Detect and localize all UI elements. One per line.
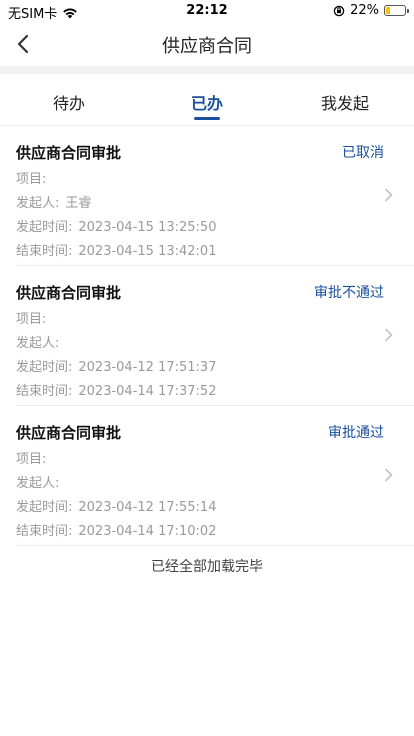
- status-badge: 审批不通过: [314, 285, 384, 301]
- start-time-value: 2023-04-15 13:25:50: [78, 220, 217, 235]
- project-label: 项目:: [16, 172, 47, 187]
- tab-label: 已办: [190, 94, 223, 113]
- active-tab-indicator: [194, 117, 220, 120]
- list-bottom-divider: [16, 545, 414, 546]
- end-time-value: 2023-04-15 13:42:01: [78, 244, 217, 259]
- battery-icon: [384, 5, 409, 16]
- project-label: 项目:: [16, 452, 47, 467]
- end-time-value: 2023-04-14 17:37:52: [78, 384, 217, 399]
- item-title: 供应商合同审批: [16, 284, 122, 302]
- project-row: 项目:: [16, 308, 52, 327]
- chevron-right-icon: [385, 468, 393, 482]
- end-of-list-text: 已经全部加载完毕: [151, 559, 263, 575]
- header-separator: [0, 66, 414, 74]
- orientation-lock-icon: [333, 5, 345, 16]
- battery-percent: 22%: [350, 3, 379, 18]
- page-title: 供应商合同: [162, 36, 252, 57]
- status-right: 22%: [333, 3, 409, 18]
- project-row: 项目:: [16, 448, 52, 467]
- status-bar: 无SIM卡 22:12 22%: [0, 0, 414, 22]
- project-label: 项目:: [16, 312, 47, 327]
- start-time-value: 2023-04-12 17:55:14: [78, 500, 217, 515]
- end-time-label: 结束时间:: [16, 244, 73, 259]
- initiator-label: 发起人:: [16, 196, 60, 211]
- start-time-label: 发起时间:: [16, 360, 73, 375]
- initiator-value: 王睿: [65, 196, 92, 211]
- start-time-value: 2023-04-12 17:51:37: [78, 360, 217, 375]
- status-badge: 审批通过: [328, 425, 384, 441]
- list-item[interactable]: 供应商合同审批 审批通过 项目: 发起人: 发起时间: 2023-04-12 17…: [16, 405, 414, 545]
- initiator-label: 发起人:: [16, 476, 60, 491]
- item-title: 供应商合同审批: [16, 144, 122, 162]
- tab-todo[interactable]: 待办: [0, 74, 138, 126]
- nav-bar: 供应商合同: [0, 22, 414, 66]
- initiator-row: 发起人:: [16, 472, 65, 491]
- tab-label: 待办: [52, 94, 85, 113]
- initiator-label: 发起人:: [16, 336, 60, 351]
- start-time-row: 发起时间: 2023-04-15 13:25:50: [16, 216, 216, 235]
- end-time-label: 结束时间:: [16, 384, 73, 399]
- tab-label: 我发起: [320, 94, 369, 113]
- start-time-label: 发起时间:: [16, 220, 73, 235]
- initiator-row: 发起人:: [16, 332, 65, 351]
- end-time-row: 结束时间: 2023-04-14 17:37:52: [16, 380, 216, 399]
- chevron-right-icon: [385, 188, 393, 202]
- end-time-row: 结束时间: 2023-04-14 17:10:02: [16, 520, 216, 539]
- start-time-label: 发起时间:: [16, 500, 73, 515]
- start-time-row: 发起时间: 2023-04-12 17:51:37: [16, 356, 216, 375]
- battery-level: [386, 7, 390, 14]
- project-row: 项目:: [16, 168, 52, 187]
- tab-done[interactable]: 已办: [138, 74, 276, 126]
- chevron-right-icon: [385, 328, 393, 342]
- end-time-value: 2023-04-14 17:10:02: [78, 524, 217, 539]
- initiator-row: 发起人: 王睿: [16, 192, 91, 211]
- start-time-row: 发起时间: 2023-04-12 17:55:14: [16, 496, 216, 515]
- tab-bar: 待办 已办 我发起: [0, 74, 414, 126]
- item-title: 供应商合同审批: [16, 424, 122, 442]
- end-time-label: 结束时间:: [16, 524, 73, 539]
- approval-list: 供应商合同审批 已取消 项目: 发起人: 王睿 发起时间: 2023-04-15 1…: [0, 126, 414, 546]
- tab-initiated[interactable]: 我发起: [276, 74, 414, 126]
- list-item[interactable]: 供应商合同审批 已取消 项目: 发起人: 王睿 发起时间: 2023-04-15 1…: [16, 126, 414, 265]
- end-time-row: 结束时间: 2023-04-15 13:42:01: [16, 240, 216, 259]
- status-badge: 已取消: [342, 145, 384, 161]
- list-item[interactable]: 供应商合同审批 审批不通过 项目: 发起人: 发起时间: 2023-04-12 1…: [16, 265, 414, 405]
